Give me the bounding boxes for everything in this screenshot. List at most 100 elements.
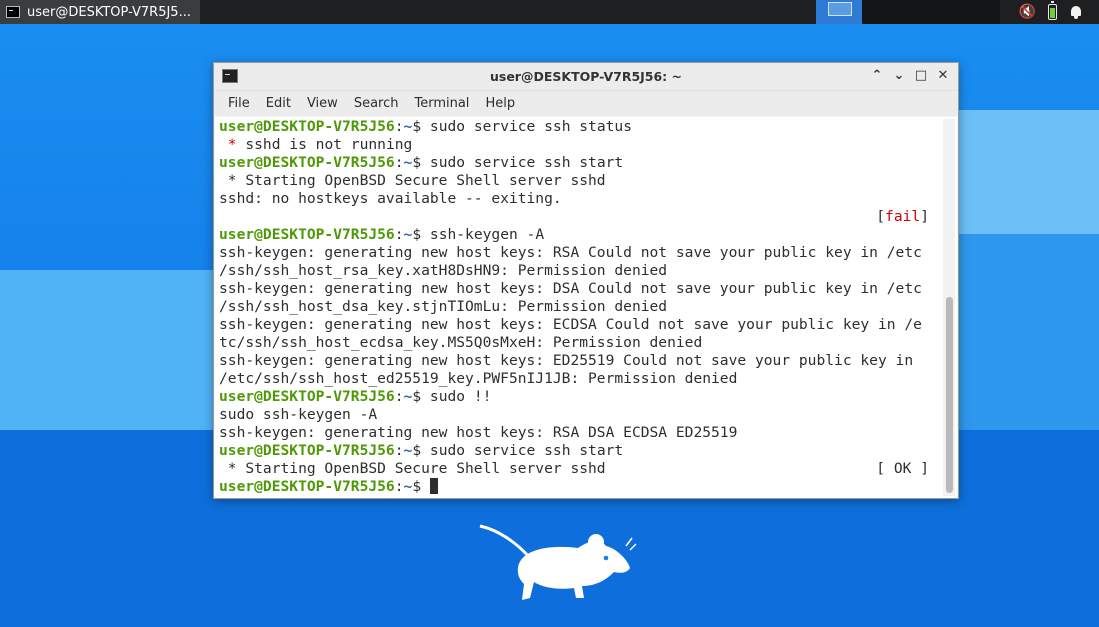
terminal-line: ssh-keygen: generating new host keys: EC… (219, 316, 941, 334)
command-text: sudo service ssh start (429, 442, 624, 459)
prompt-symbol: $ (412, 388, 430, 405)
output-text: * Starting OpenBSD Secure Shell server s… (219, 460, 606, 477)
command-text: ssh-keygen -A (429, 226, 545, 243)
output-text: ssh-keygen: generating new host keys: DS… (219, 280, 922, 297)
terminal-line: * Starting OpenBSD Secure Shell server s… (219, 460, 941, 478)
prompt-path: ~ (403, 478, 413, 495)
output-text: /ssh/ssh_host_dsa_key.stjnTIOmLu: Permis… (219, 298, 668, 315)
output-text: sshd: no hostkeys available -- exiting. (219, 190, 562, 207)
xfce-mouse-logo (479, 524, 637, 600)
output-text: ssh-keygen: generating new host keys: RS… (219, 424, 738, 441)
terminal-line: * Starting OpenBSD Secure Shell server s… (219, 172, 941, 190)
workspace-3[interactable] (908, 0, 954, 24)
prompt-symbol: $ (412, 154, 430, 171)
terminal-line: user@DESKTOP-V7R5J56:~$ ssh-keygen -A (219, 226, 941, 244)
prompt-user: user@DESKTOP-V7R5J56 (219, 388, 395, 405)
terminal-line: /etc/ssh/ssh_host_ed25519_key.PWF5nIJ1JB… (219, 370, 941, 388)
window-titlebar[interactable]: user@DESKTOP-V7R5J56: ~ ⌃ ⌄ □ ✕ (214, 63, 958, 91)
terminal-scrollbar[interactable] (943, 119, 955, 496)
workspace-window-thumbnail (828, 2, 852, 16)
maximize-button[interactable]: □ (912, 67, 930, 85)
menu-file[interactable]: File (220, 91, 258, 116)
mute-speaker-icon[interactable]: 🔇 (1019, 0, 1036, 24)
terminal-line: /ssh/ssh_host_dsa_key.stjnTIOmLu: Permis… (219, 298, 941, 316)
terminal-line: [fail] (219, 208, 941, 226)
terminal-line: /ssh/ssh_host_rsa_key.xatH8DsHN9: Permis… (219, 262, 941, 280)
terminal-line: ssh-keygen: generating new host keys: ED… (219, 352, 941, 370)
output-text: /etc/ssh/ssh_host_ed25519_key.PWF5nIJ1JB… (219, 370, 738, 387)
menu-terminal[interactable]: Terminal (406, 91, 477, 116)
prompt-user: user@DESKTOP-V7R5J56 (219, 154, 395, 171)
menu-view[interactable]: View (299, 91, 346, 116)
prompt-user: user@DESKTOP-V7R5J56 (219, 442, 395, 459)
prompt-separator: : (394, 118, 404, 135)
command-text: sudo service ssh status (429, 118, 632, 135)
close-button[interactable]: ✕ (934, 67, 952, 85)
prompt-path: ~ (403, 226, 413, 243)
prompt-separator: : (394, 478, 404, 495)
status-star: * (219, 136, 237, 153)
terminal-line: tc/ssh/ssh_host_ecdsa_key.MS5Q0sMxeH: Pe… (219, 334, 941, 352)
prompt-path: ~ (403, 118, 413, 135)
fail-status: [fail] (876, 208, 929, 225)
notification-bell-icon[interactable] (1069, 5, 1083, 19)
terminal-line: user@DESKTOP-V7R5J56:~$ (219, 478, 941, 496)
window-title: user@DESKTOP-V7R5J56: ~ (489, 69, 683, 84)
terminal-line: sshd: no hostkeys available -- exiting. (219, 190, 941, 208)
terminal-line: ssh-keygen: generating new host keys: DS… (219, 280, 941, 298)
output-text: ssh-keygen: generating new host keys: EC… (219, 316, 922, 333)
menu-search[interactable]: Search (346, 91, 407, 116)
output-text: sudo ssh-keygen -A (219, 406, 378, 423)
prompt-separator: : (394, 442, 404, 459)
prompt-user: user@DESKTOP-V7R5J56 (219, 118, 395, 135)
bg-band (955, 234, 1099, 434)
prompt-separator: : (394, 226, 404, 243)
terminal-line: ssh-keygen: generating new host keys: RS… (219, 424, 941, 442)
prompt-user: user@DESKTOP-V7R5J56 (219, 226, 395, 243)
command-text: sudo !! (429, 388, 492, 405)
output-text: /ssh/ssh_host_rsa_key.xatH8DsHN9: Permis… (219, 262, 668, 279)
prompt-separator: : (394, 388, 404, 405)
prompt-user: user@DESKTOP-V7R5J56 (219, 478, 395, 495)
minimize-button[interactable]: ⌄ (890, 67, 908, 85)
terminal-line: user@DESKTOP-V7R5J56:~$ sudo service ssh… (219, 154, 941, 172)
bg-band (0, 270, 230, 430)
workspace-4[interactable] (954, 0, 1000, 24)
terminal-line: user@DESKTOP-V7R5J56:~$ sudo service ssh… (219, 442, 941, 460)
prompt-symbol: $ (412, 442, 430, 459)
prompt-path: ~ (403, 442, 413, 459)
output-text: ssh-keygen: generating new host keys: ED… (219, 352, 914, 369)
terminal-icon (6, 6, 20, 18)
top-panel: user@DESKTOP-V7R5J5... 🔇 (0, 0, 1099, 24)
shade-up-button[interactable]: ⌃ (868, 67, 886, 85)
workspace-2[interactable] (862, 0, 908, 24)
prompt-symbol: $ (412, 118, 430, 135)
scrollbar-thumb[interactable] (946, 297, 953, 493)
prompt-path: ~ (403, 154, 413, 171)
prompt-separator: : (394, 154, 404, 171)
output-text: ssh-keygen: generating new host keys: RS… (219, 244, 922, 261)
terminal-window: user@DESKTOP-V7R5J56: ~ ⌃ ⌄ □ ✕ File Edi… (213, 62, 959, 499)
prompt-path: ~ (403, 388, 413, 405)
prompt-symbol: $ (412, 226, 430, 243)
menu-help[interactable]: Help (477, 91, 523, 116)
terminal-line: sudo ssh-keygen -A (219, 406, 941, 424)
prompt-symbol: $ (412, 478, 430, 495)
battery-icon[interactable] (1048, 1, 1057, 20)
terminal-line: user@DESKTOP-V7R5J56:~$ sudo !! (219, 388, 941, 406)
workspace-1[interactable] (816, 0, 862, 24)
bg-band (955, 110, 1099, 234)
terminal-text: user@DESKTOP-V7R5J56:~$ sudo service ssh… (219, 118, 941, 496)
terminal-output-area[interactable]: user@DESKTOP-V7R5J56:~$ sudo service ssh… (215, 117, 957, 498)
command-text: sudo service ssh start (429, 154, 624, 171)
fail-word: fail (885, 208, 921, 225)
terminal-line: * sshd is not running (219, 136, 941, 154)
output-text: * Starting OpenBSD Secure Shell server s… (219, 172, 606, 189)
output-text: tc/ssh/ssh_host_ecdsa_key.MS5Q0sMxeH: Pe… (219, 334, 703, 351)
output-text: sshd is not running (236, 136, 413, 153)
terminal-line: ssh-keygen: generating new host keys: RS… (219, 244, 941, 262)
terminal-line: user@DESKTOP-V7R5J56:~$ sudo service ssh… (219, 118, 941, 136)
system-tray: 🔇 (1019, 0, 1099, 24)
taskbar-window-button[interactable]: user@DESKTOP-V7R5J5... (0, 0, 200, 24)
menu-edit[interactable]: Edit (258, 91, 299, 116)
